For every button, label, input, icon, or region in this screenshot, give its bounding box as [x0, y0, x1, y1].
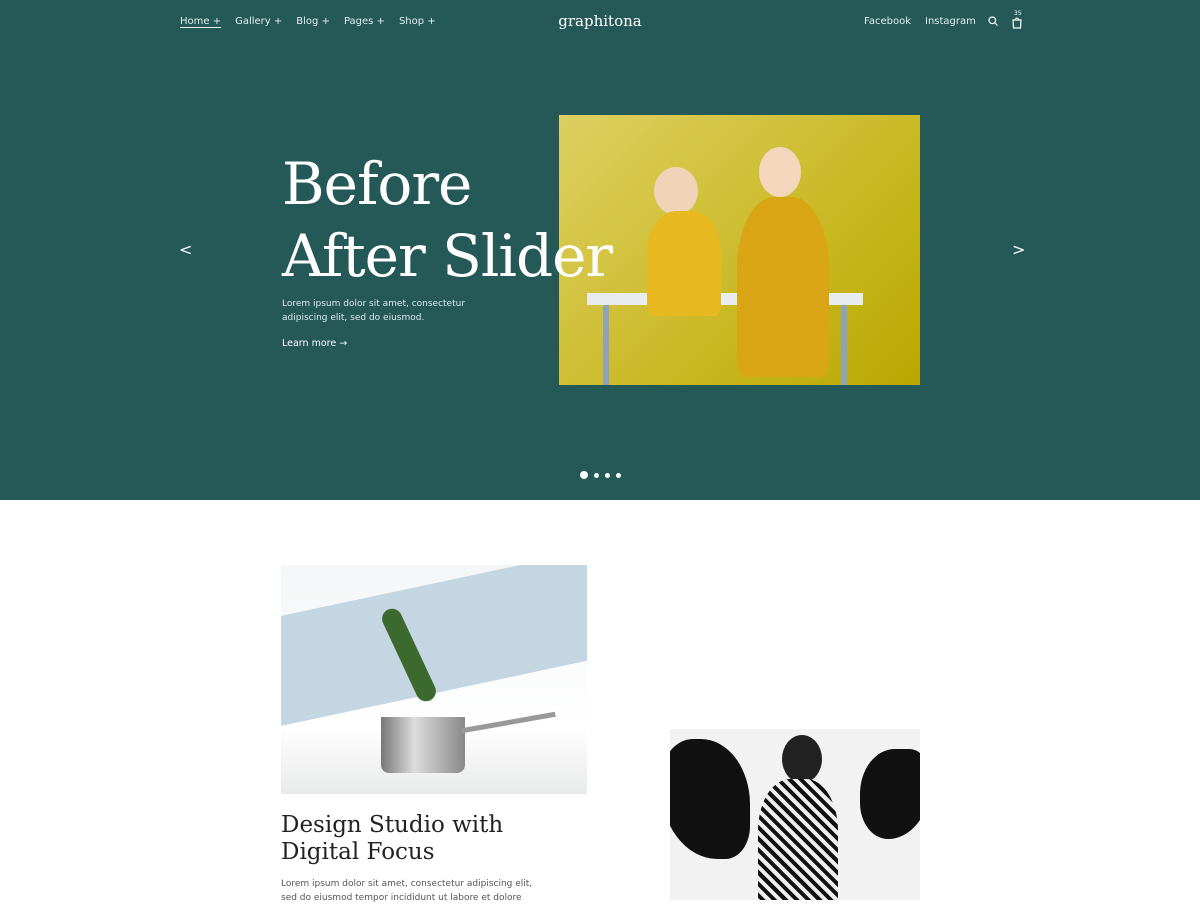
hero-title-line2: After Slider	[282, 222, 613, 290]
cart-icon[interactable]	[1011, 13, 1023, 29]
facebook-link[interactable]: Facebook	[864, 16, 911, 27]
slide-dot-2[interactable]	[594, 472, 599, 478]
feature-image-cucumber-pot[interactable]	[281, 565, 587, 794]
hero-image-children	[559, 115, 920, 385]
hero-title-line1: Before	[282, 150, 472, 218]
slider-pagination	[580, 471, 621, 479]
social-nav: Facebook Instagram	[864, 16, 976, 27]
feature-text: Lorem ipsum dolor sit amet, consectetur …	[281, 879, 533, 903]
feature-title: Design Studio with Digital Focus	[281, 812, 504, 865]
hero-title: Before After Slider	[282, 148, 613, 292]
slide-dot-3[interactable]	[605, 472, 610, 478]
gallery-image-body-art[interactable]	[670, 729, 920, 900]
prev-slide-button[interactable]: <	[179, 240, 192, 259]
next-slide-button[interactable]: >	[1012, 240, 1025, 259]
search-icon[interactable]	[988, 16, 998, 26]
slide-dot-4[interactable]	[616, 472, 621, 478]
instagram-link[interactable]: Instagram	[925, 16, 976, 27]
hero-description: Lorem ipsum dolor sit amet, consectetur …	[282, 299, 466, 323]
hero-slider: Home + Gallery + Blog + Pages + Shop + g…	[0, 0, 1200, 500]
slide-dot-1[interactable]	[580, 471, 588, 479]
learn-more-link[interactable]: Learn more →	[282, 338, 347, 349]
